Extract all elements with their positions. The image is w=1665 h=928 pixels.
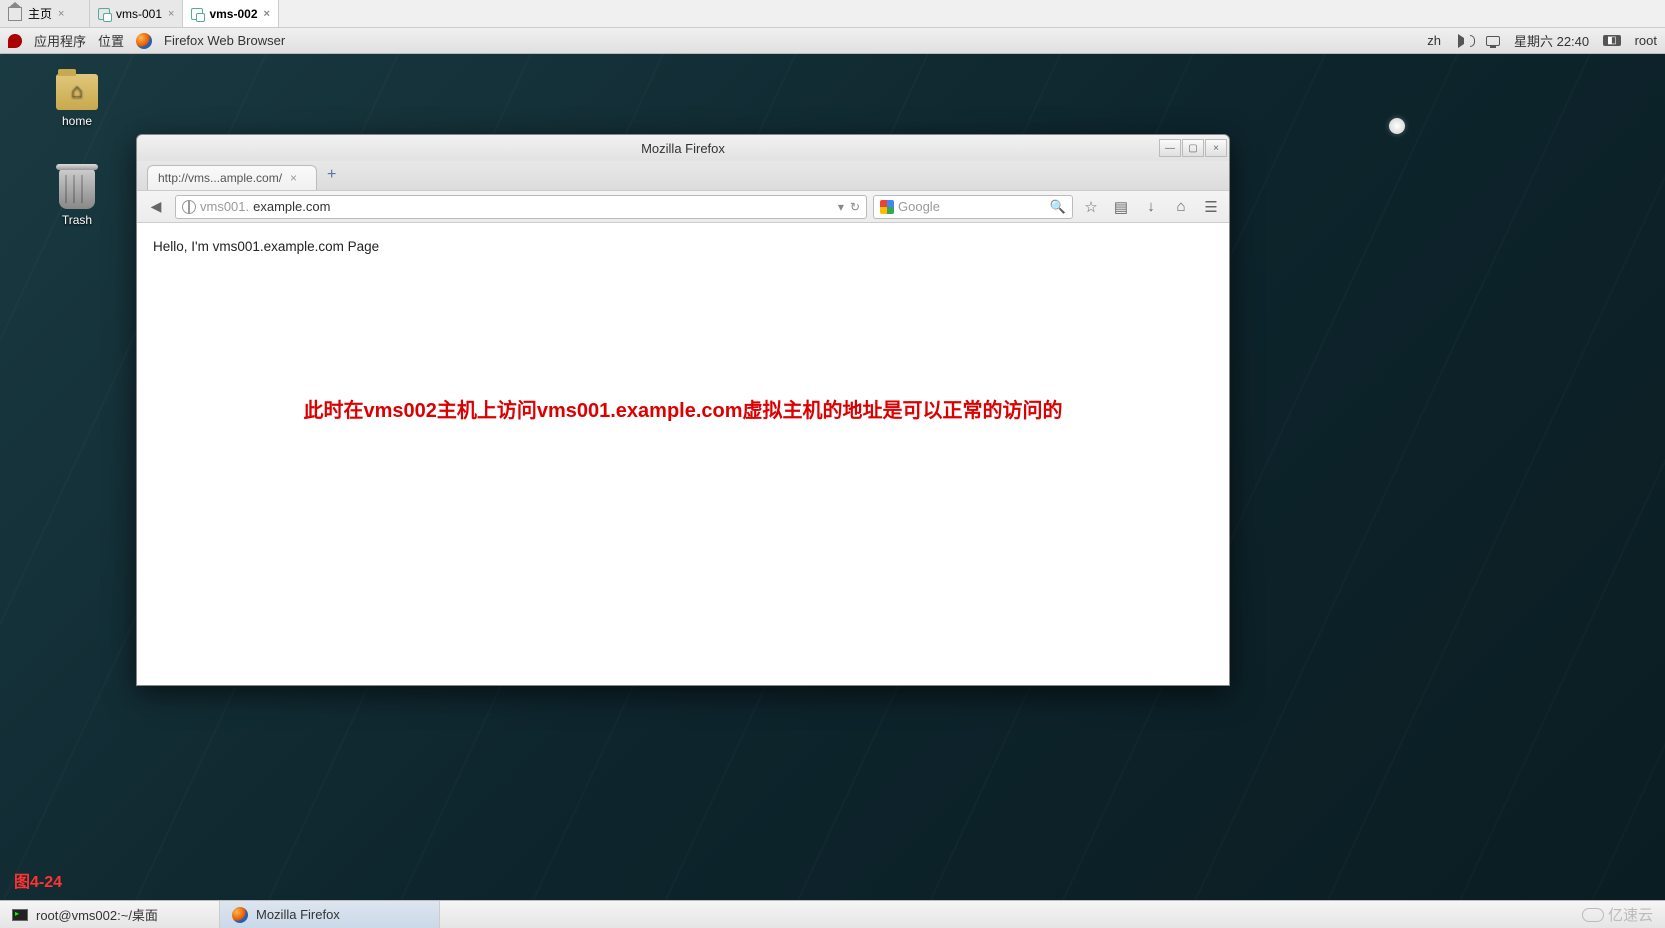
doc-tab-vms002[interactable]: vms-002 × <box>183 0 278 27</box>
close-icon[interactable]: × <box>290 171 297 185</box>
window-title: Mozilla Firefox <box>137 141 1229 156</box>
close-icon[interactable]: × <box>168 8 174 20</box>
home-button[interactable]: ⌂ <box>1169 198 1193 215</box>
browser-tab-strip: http://vms...ample.com/ × + <box>137 161 1229 191</box>
downloads-button[interactable]: ↓ <box>1139 198 1163 215</box>
menu-button[interactable]: ☰ <box>1199 198 1223 216</box>
taskbar-item-label: Mozilla Firefox <box>256 907 340 922</box>
home-folder-launcher[interactable]: home <box>42 74 112 128</box>
browser-toolbar: ◀ vms001.example.com ▾ ↻ Google 🔍 ☆ ▤ ↓ … <box>137 191 1229 223</box>
bottom-taskbar: root@vms002:~/桌面 Mozilla Firefox 亿速云 <box>0 900 1665 928</box>
minimize-button[interactable]: — <box>1159 139 1181 157</box>
desktop-icon-label: home <box>42 114 112 128</box>
reload-button[interactable]: ↻ <box>850 200 860 214</box>
cloud-icon <box>1582 908 1604 922</box>
url-input[interactable]: vms001. example.com ▾ ↻ <box>175 195 867 219</box>
bookmarks-list-button[interactable]: ▤ <box>1109 198 1133 216</box>
home-icon <box>8 7 22 21</box>
watermark-text: 亿速云 <box>1608 904 1653 925</box>
search-placeholder: Google <box>898 199 940 214</box>
search-input[interactable]: Google 🔍 <box>873 195 1073 219</box>
terminal-icon <box>12 909 28 921</box>
url-host-dark: example.com <box>253 199 330 214</box>
volume-icon[interactable] <box>1458 34 1472 48</box>
applications-menu[interactable]: 应用程序 <box>34 31 86 50</box>
page-body-text: Hello, I'm vms001.example.com Page <box>153 239 1213 254</box>
taskbar-item-firefox[interactable]: Mozilla Firefox <box>220 901 440 928</box>
doc-tab-vms001[interactable]: vms-001 × <box>90 0 183 27</box>
user-menu[interactable]: root <box>1635 33 1657 48</box>
trash-launcher[interactable]: Trash <box>42 169 112 227</box>
slider-handle-icon <box>1389 118 1405 134</box>
back-button[interactable]: ◀ <box>143 195 169 219</box>
history-dropdown[interactable]: ▾ <box>838 200 844 214</box>
user-badge-icon: ◧ <box>1603 35 1620 46</box>
display-icon[interactable] <box>1486 36 1500 46</box>
url-host-light: vms001. <box>200 199 249 214</box>
search-icon[interactable]: 🔍 <box>1050 199 1066 215</box>
close-icon[interactable]: × <box>264 8 270 20</box>
maximize-button[interactable]: ▢ <box>1182 139 1204 157</box>
fedora-hat-icon <box>8 34 22 48</box>
doc-tab-label: 主页 <box>28 5 52 22</box>
vm-icon <box>191 8 203 20</box>
clock-label[interactable]: 星期六 22:40 <box>1514 31 1589 50</box>
browser-tab-label: http://vms...ample.com/ <box>158 171 282 185</box>
firefox-window: Mozilla Firefox — ▢ × http://vms...ample… <box>136 134 1230 686</box>
places-menu[interactable]: 位置 <box>98 31 124 50</box>
doc-tab-home[interactable]: 主页 × <box>0 0 90 27</box>
gnome-top-bar: 应用程序 位置 Firefox Web Browser zh 星期六 22:40… <box>0 28 1665 54</box>
close-icon[interactable]: × <box>58 8 64 20</box>
firefox-icon <box>232 907 248 923</box>
folder-icon <box>56 74 98 110</box>
doc-tab-label: vms-001 <box>116 7 162 21</box>
page-viewport: Hello, I'm vms001.example.com Page 此时在vm… <box>137 223 1229 685</box>
active-app-title[interactable]: Firefox Web Browser <box>164 33 285 48</box>
close-button[interactable]: × <box>1205 139 1227 157</box>
trash-icon <box>59 169 95 209</box>
taskbar-item-terminal[interactable]: root@vms002:~/桌面 <box>0 901 220 928</box>
input-method-indicator[interactable]: zh <box>1427 33 1441 48</box>
taskbar-item-label: root@vms002:~/桌面 <box>36 905 158 924</box>
annotation-text: 此时在vms002主机上访问vms001.example.com虚拟主机的地址是… <box>153 394 1213 423</box>
firefox-icon <box>136 33 152 49</box>
window-titlebar[interactable]: Mozilla Firefox — ▢ × <box>137 135 1229 161</box>
bookmark-star-button[interactable]: ☆ <box>1079 198 1103 216</box>
globe-icon <box>182 200 196 214</box>
desktop-area[interactable]: home Trash Mozilla Firefox — ▢ × http://… <box>0 54 1665 900</box>
watermark-logo: 亿速云 <box>1570 904 1665 925</box>
document-tab-strip: 主页 × vms-001 × vms-002 × <box>0 0 1665 28</box>
browser-tab[interactable]: http://vms...ample.com/ × <box>147 165 317 190</box>
figure-caption: 图4-24 <box>14 868 62 892</box>
doc-tab-label: vms-002 <box>209 7 257 21</box>
new-tab-button[interactable]: + <box>319 160 344 190</box>
google-icon <box>880 200 894 214</box>
desktop-icon-label: Trash <box>42 213 112 227</box>
vm-icon <box>98 8 110 20</box>
